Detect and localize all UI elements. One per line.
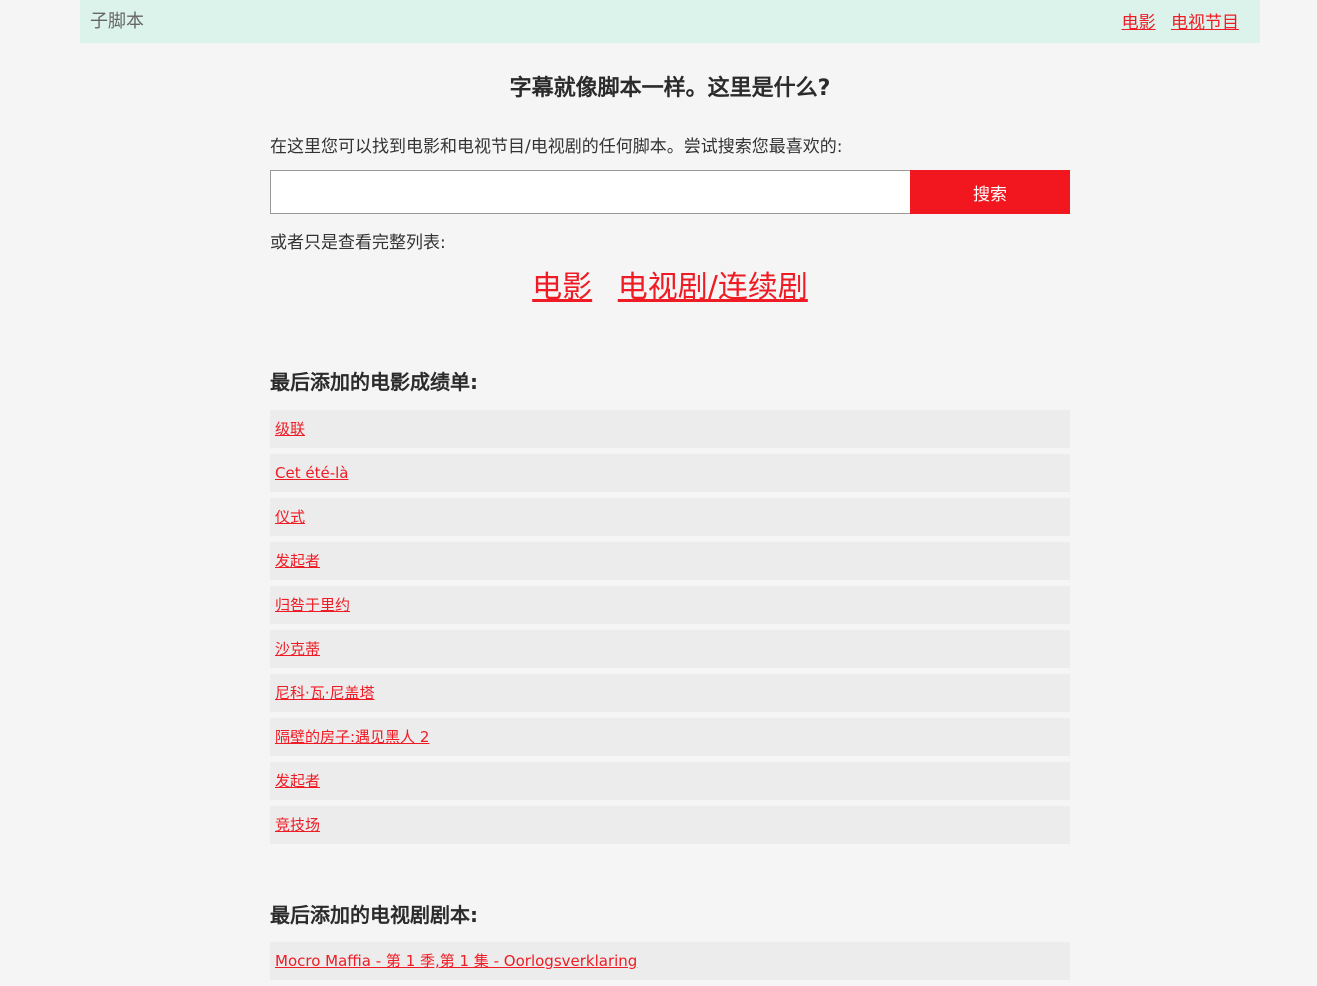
movies-section-title: 最后添加的电影成绩单: [270,370,478,394]
movie-link[interactable]: 尼科·瓦·尼盖塔 [275,684,375,702]
brand-logo-text[interactable]: 子脚本 [90,7,144,33]
search-button[interactable]: 搜索 [910,170,1070,214]
intro-text: 在这里您可以找到电影和电视节目/电视剧的任何脚本。尝试搜索您最喜欢的: [270,137,843,157]
or-text: 或者只是查看完整列表: [270,233,446,253]
list-item: 发起者 [270,762,1070,800]
movie-link[interactable]: 仪式 [275,508,305,526]
list-item: Cet été-là [270,454,1070,492]
list-item: 仪式 [270,498,1070,536]
list-item: 级联 [270,410,1070,448]
movie-link[interactable]: 隔壁的房子:遇见黑人 2 [275,728,429,746]
tv-list: Mocro Maffia - 第 1 季,第 1 集 - Oorlogsverk… [270,942,1070,986]
tv-section-title: 最后添加的电视剧剧本: [270,903,478,927]
movie-link[interactable]: 级联 [275,420,305,438]
nav-link-movies[interactable]: 电影 [1122,13,1156,33]
movie-link[interactable]: 竞技场 [275,816,320,834]
movie-link[interactable]: 归咎于里约 [275,596,350,614]
list-item: 发起者 [270,542,1070,580]
full-list-links: 电影 电视剧/连续剧 [270,262,1070,306]
top-bar: 子脚本 电影 电视节目 [80,0,1260,43]
top-nav: 电影 电视节目 [1112,8,1239,33]
movie-link[interactable]: 沙克蒂 [275,640,320,658]
list-item: 竞技场 [270,806,1070,844]
movies-list: 级联 Cet été-là 仪式 发起者 归咎于里约 沙克蒂 尼科·瓦·尼盖塔 … [270,410,1070,850]
movie-link[interactable]: 发起者 [275,552,320,570]
list-item: 归咎于里约 [270,586,1070,624]
full-list-link-movies[interactable]: 电影 [532,270,592,305]
page-headline: 字幕就像脚本一样。这里是什么? [509,76,831,101]
list-item: 尼科·瓦·尼盖塔 [270,674,1070,712]
movie-link[interactable]: 发起者 [275,772,320,790]
movie-link[interactable]: Cet été-là [275,464,348,482]
tv-episode-link[interactable]: Mocro Maffia - 第 1 季,第 1 集 - Oorlogsverk… [275,952,637,970]
list-item: Mocro Maffia - 第 1 季,第 1 集 - Oorlogsverk… [270,942,1070,980]
list-item: 隔壁的房子:遇见黑人 2 [270,718,1070,756]
nav-link-tv-shows[interactable]: 电视节目 [1171,13,1239,33]
full-list-link-tv-series[interactable]: 电视剧/连续剧 [618,270,808,305]
list-item: 沙克蒂 [270,630,1070,668]
search-input[interactable] [270,170,910,214]
